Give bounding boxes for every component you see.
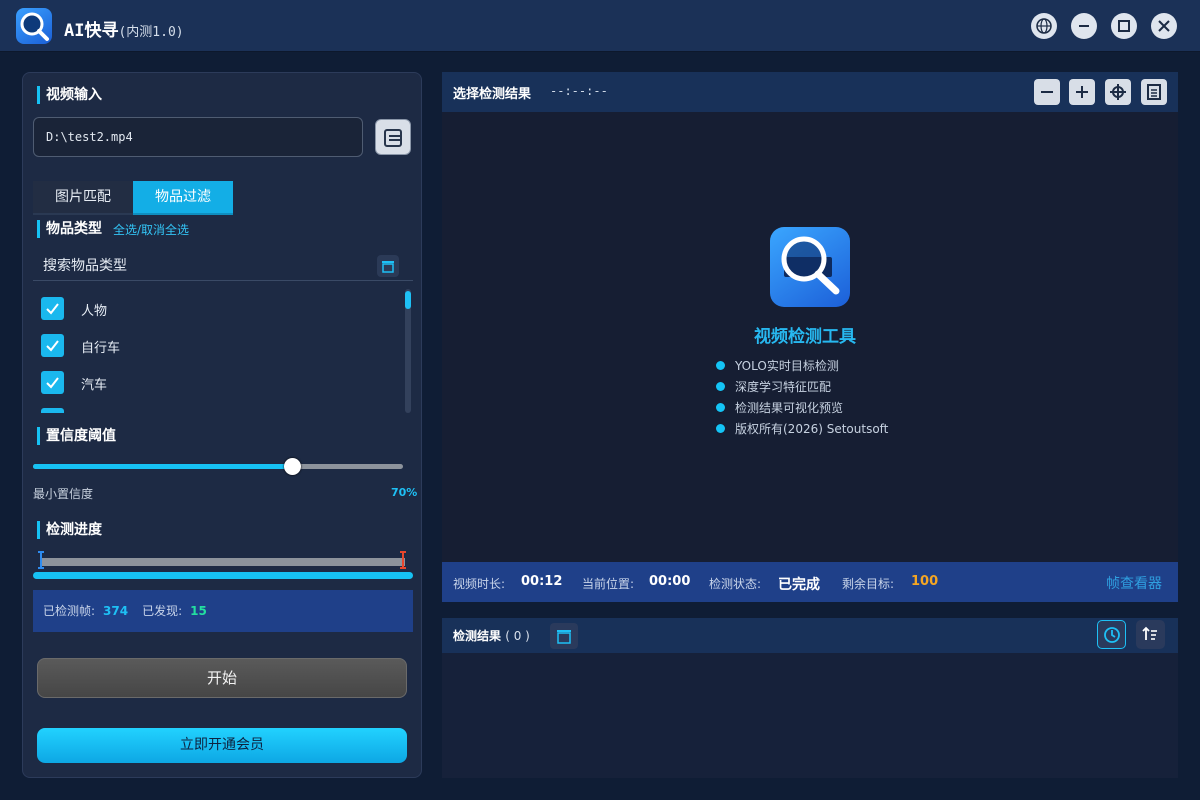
maximize-icon xyxy=(1118,20,1130,32)
trash-icon xyxy=(557,630,571,644)
category-label: 汽车 xyxy=(81,378,108,393)
tab-image-match[interactable]: 图片匹配 xyxy=(33,181,133,215)
browse-file-button[interactable] xyxy=(375,119,411,155)
results-count: ( 0 ) xyxy=(505,629,530,643)
duration-label: 视频时长: xyxy=(453,577,506,591)
bullet-icon xyxy=(716,424,725,433)
remaining-value: 100 xyxy=(911,574,939,589)
bullet-icon xyxy=(716,361,725,370)
preview-title: 选择检测结果 xyxy=(453,87,532,102)
frames-value: 374 xyxy=(103,604,129,618)
tool-name: 视频检测工具 xyxy=(754,327,856,347)
confidence-slider-handle[interactable] xyxy=(284,458,301,475)
bullet-icon xyxy=(716,382,725,391)
tab-object-filter[interactable]: 物品过滤 xyxy=(133,181,233,215)
bullet-icon xyxy=(716,403,725,412)
category-title: 物品类型 xyxy=(37,220,102,238)
clear-search-button[interactable] xyxy=(377,255,399,277)
category-checkbox[interactable] xyxy=(41,334,64,357)
start-button[interactable]: 开始 xyxy=(37,658,407,698)
title-bar: AI快寻(内测1.0) xyxy=(0,0,1200,52)
feature-item: 版权所有(2026) Setoutsoft xyxy=(716,420,888,437)
range-end-marker[interactable] xyxy=(399,551,407,569)
position-label: 当前位置: xyxy=(582,577,635,591)
category-list: 人物 自行车 汽车 xyxy=(33,287,403,413)
progress-title: 检测进度 xyxy=(37,521,102,539)
preview-area[interactable]: 视频检测工具 YOLO实时目标检测 深度学习特征匹配 检测结果可视化预览 版权所… xyxy=(442,112,1178,562)
maximize-button[interactable] xyxy=(1111,13,1137,39)
category-item-partial[interactable] xyxy=(41,408,341,413)
results-list[interactable] xyxy=(442,653,1178,778)
minimize-icon xyxy=(1079,25,1089,27)
close-icon xyxy=(1158,20,1170,32)
globe-icon[interactable] xyxy=(1031,13,1057,39)
feature-item: 检测结果可视化预览 xyxy=(716,399,843,416)
feature-item: 深度学习特征匹配 xyxy=(716,378,831,395)
vip-button[interactable]: 立即开通会员 xyxy=(37,728,407,763)
details-button[interactable] xyxy=(1141,79,1167,105)
state-value: 已完成 xyxy=(778,577,820,593)
select-all-link[interactable]: 全选/取消全选 xyxy=(113,221,189,238)
check-icon xyxy=(46,377,59,389)
clock-icon xyxy=(1104,627,1120,643)
sort-button[interactable] xyxy=(1136,620,1165,649)
check-icon xyxy=(46,340,59,352)
fit-view-button[interactable] xyxy=(1105,79,1131,105)
left-panel: 视频输入 D:\test2.mp4 图片匹配 物品过滤 物品类型 全选/取消全选… xyxy=(22,72,422,778)
zoom-in-button[interactable] xyxy=(1069,79,1095,105)
found-label: 已发现: xyxy=(142,604,183,618)
category-search-input[interactable]: 搜索物品类型 xyxy=(33,251,413,281)
sort-icon xyxy=(1142,626,1157,640)
category-label: 人物 xyxy=(81,304,108,319)
range-start-marker[interactable] xyxy=(37,551,45,569)
category-item-bicycle[interactable]: 自行车 xyxy=(41,334,341,358)
category-item-car[interactable]: 汽车 xyxy=(41,371,341,395)
confidence-slider-fill xyxy=(33,464,292,469)
app-title: AI快寻(内测1.0) xyxy=(64,21,184,41)
video-input-title: 视频输入 xyxy=(37,86,102,104)
category-label: 自行车 xyxy=(81,341,121,356)
confidence-title: 置信度阈值 xyxy=(37,427,116,445)
state-label: 检测状态: xyxy=(709,577,762,591)
app-logo-icon xyxy=(16,8,52,44)
progress-range-track[interactable] xyxy=(41,558,405,566)
trash-icon xyxy=(382,261,394,273)
category-checkbox[interactable] xyxy=(41,297,64,320)
confidence-label: 最小置信度 xyxy=(33,487,94,501)
frames-label: 已检测帧: xyxy=(43,604,96,618)
video-path-input[interactable]: D:\test2.mp4 xyxy=(33,117,363,157)
close-button[interactable] xyxy=(1151,13,1177,39)
confidence-value: 70% xyxy=(391,486,418,499)
preview-header: 选择检测结果 --:--:-- xyxy=(442,72,1178,112)
video-status-bar: 视频时长: 00:12 当前位置: 00:00 检测状态: 已完成 剩余目标: … xyxy=(442,562,1178,602)
category-checkbox[interactable] xyxy=(41,408,64,413)
category-scroll-thumb[interactable] xyxy=(405,291,411,309)
frame-viewer-link[interactable]: 帧查看器 xyxy=(1106,573,1162,593)
detection-progress-bar xyxy=(33,572,413,579)
minus-icon xyxy=(1041,91,1053,93)
folder-icon xyxy=(384,129,402,147)
clear-results-button[interactable] xyxy=(550,623,578,649)
results-header: 检测结果 ( 0 ) xyxy=(442,618,1178,653)
zoom-out-button[interactable] xyxy=(1034,79,1060,105)
minimize-button[interactable] xyxy=(1071,13,1097,39)
position-value: 00:00 xyxy=(649,574,691,589)
remaining-label: 剩余目标: xyxy=(842,577,895,591)
sort-by-time-button[interactable] xyxy=(1097,620,1126,649)
check-icon xyxy=(46,303,59,315)
feature-item: YOLO实时目标检测 xyxy=(716,357,839,374)
plus-icon xyxy=(1076,86,1088,98)
detection-stats: 已检测帧: 374 已发现: 15 xyxy=(33,590,413,632)
results-title: 检测结果 ( 0 ) xyxy=(453,629,530,643)
tool-logo-icon xyxy=(770,227,850,307)
category-checkbox[interactable] xyxy=(41,371,64,394)
crosshair-icon xyxy=(1110,84,1126,100)
duration-value: 00:12 xyxy=(521,574,563,589)
preview-timestamp: --:--:-- xyxy=(550,84,608,98)
category-item-person[interactable]: 人物 xyxy=(41,297,341,321)
document-icon xyxy=(1147,84,1161,100)
found-value: 15 xyxy=(190,604,207,618)
